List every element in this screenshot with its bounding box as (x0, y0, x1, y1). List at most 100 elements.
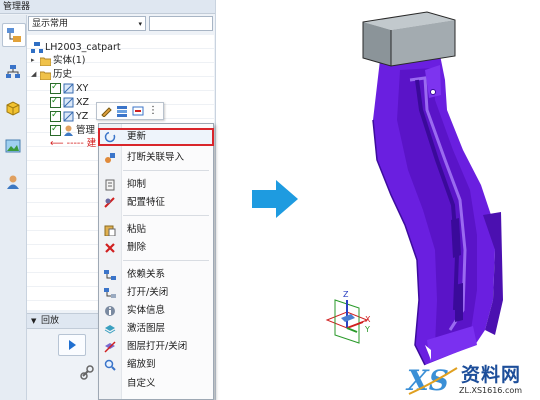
menu-item-customize[interactable]: 自定义 (99, 376, 213, 392)
plane-icon (63, 111, 74, 122)
menu-item-activate-layer[interactable]: 激活图层 (99, 321, 213, 337)
collapse-toggle-icon: ▼ (31, 317, 37, 325)
rollback-icon[interactable] (132, 105, 144, 117)
folder-icon (40, 71, 51, 80)
suppress-icon (104, 179, 116, 191)
menu-item-delete[interactable]: 删除 (99, 240, 213, 256)
image-icon (5, 139, 21, 153)
toggle-icon (104, 287, 116, 299)
menu-item-layer-toggle[interactable]: 图层打开/关闭 (99, 339, 213, 355)
display-filter-select[interactable]: 显示常用 ▾ (28, 16, 146, 31)
visibility-checkbox[interactable] (50, 81, 61, 94)
tree-root[interactable]: LH2003_catpart (31, 41, 121, 54)
watermark-logo: XS 资料网 ZL.XS1616.com (405, 360, 540, 400)
menu-item-label: 配置特征 (127, 197, 166, 208)
zoom-icon (104, 359, 116, 371)
expand-icon[interactable]: ▸ (31, 54, 35, 67)
menu-separator (123, 260, 209, 261)
plane-icon (63, 97, 74, 108)
visibility-checkbox[interactable] (50, 109, 61, 122)
folder-icon (40, 57, 51, 66)
tree-item-plane-xz[interactable]: XZ (50, 95, 90, 109)
search-input[interactable] (149, 16, 213, 31)
menu-item-configure[interactable]: 配置特征 (99, 195, 213, 211)
part-tree-icon (31, 42, 43, 53)
filter-selected-label: 显示常用 (32, 19, 69, 29)
user-icon (7, 175, 19, 189)
axis-label-z: Z (343, 290, 349, 299)
tab-viewer[interactable] (2, 135, 24, 157)
menu-item-label: 依赖关系 (127, 269, 166, 280)
axis-label-x: X (365, 315, 371, 324)
tree-item-label: XY (76, 83, 89, 94)
visibility-checkbox[interactable] (50, 95, 61, 108)
context-menu: 更新 打断关联导入 抑制 配置特征 粘贴 删除 依赖关系 打开/关闭 实体信息 … (98, 123, 214, 400)
tree-item-solids[interactable]: 实体(1) (40, 54, 85, 67)
purple-bracket-model (372, 55, 503, 366)
panel-title: 管理器 (0, 0, 215, 14)
menu-item-label: 自定义 (127, 378, 156, 389)
tree-item-label: XZ (76, 97, 90, 108)
tab-assembly[interactable] (2, 61, 24, 83)
menu-separator (123, 170, 209, 171)
menu-item-entity-info[interactable]: 实体信息 (99, 303, 213, 319)
menu-item-label: 更新 (127, 131, 147, 142)
menu-item-label: 图层打开/关闭 (127, 341, 188, 352)
menu-item-label: 抑制 (127, 179, 147, 190)
chevron-down-icon: ▾ (138, 20, 142, 28)
link-icon[interactable] (78, 362, 100, 382)
paste-icon (104, 224, 116, 237)
filter-row: 显示常用 ▾ (28, 16, 213, 33)
mini-toolbar: ⋮ (96, 102, 164, 120)
menu-item-suppress[interactable]: 抑制 (99, 177, 213, 193)
reorder-icon[interactable] (116, 105, 128, 117)
menu-item-break-link[interactable]: 打断关联导入 (99, 150, 213, 166)
tree-root-label: LH2003_catpart (45, 42, 121, 53)
layer-toggle-icon (104, 341, 116, 353)
menu-item-label: 打断关联导入 (127, 152, 185, 163)
menu-item-label: 粘贴 (127, 224, 147, 235)
delete-icon (104, 242, 116, 254)
tree-item-label: YZ (76, 111, 89, 122)
axis-label-y: Y (364, 325, 370, 334)
layer-icon (104, 323, 116, 335)
rollback-label: 回放 (41, 316, 60, 326)
watermark-title: 资料网 (461, 364, 522, 386)
gray-block-model (362, 11, 456, 67)
collapse-icon[interactable]: ◢ (31, 68, 36, 81)
assembly-tree-icon (6, 65, 20, 78)
menu-item-paste[interactable]: 粘贴 (99, 222, 213, 238)
tree-item-plane-xy[interactable]: XY (50, 81, 89, 95)
tab-user[interactable] (2, 171, 24, 193)
plane-icon (63, 83, 74, 94)
history-tree-icon (7, 28, 21, 42)
model-viewport[interactable]: Z X Y (305, 0, 540, 400)
configure-icon (104, 197, 116, 209)
menu-item-dependency[interactable]: 依赖关系 (99, 267, 213, 283)
edit-icon[interactable] (100, 105, 112, 118)
menu-item-update[interactable]: 更新 (98, 128, 214, 146)
play-button[interactable] (58, 334, 86, 356)
info-icon (104, 305, 116, 317)
menu-item-label: 实体信息 (127, 305, 166, 316)
menu-item-label: 激活图层 (127, 323, 166, 334)
annotation-hint: ⟵ ----- 建 (50, 138, 97, 149)
more-options-icon[interactable]: ⋮ (148, 105, 160, 117)
tab-history[interactable] (2, 23, 26, 47)
watermark-url: ZL.XS1616.com (459, 386, 523, 395)
menu-item-zoom-to[interactable]: 缩放到 (99, 357, 213, 373)
tree-item-history[interactable]: 历史 (40, 68, 72, 81)
menu-separator (123, 215, 209, 216)
break-link-icon (104, 152, 116, 164)
menu-item-label: 删除 (127, 242, 147, 253)
side-tab-bar (0, 15, 27, 400)
axis-triad: Z X Y (325, 290, 371, 344)
tab-parts[interactable] (2, 97, 24, 119)
menu-item-label: 打开/关闭 (127, 287, 169, 298)
tree-item-plane-yz[interactable]: YZ (50, 109, 89, 123)
menu-item-open-close[interactable]: 打开/关闭 (99, 285, 213, 301)
dependency-icon (104, 269, 116, 281)
menu-item-label: 缩放到 (127, 359, 156, 370)
refresh-icon (104, 131, 116, 143)
right-arrow-icon (252, 180, 298, 218)
